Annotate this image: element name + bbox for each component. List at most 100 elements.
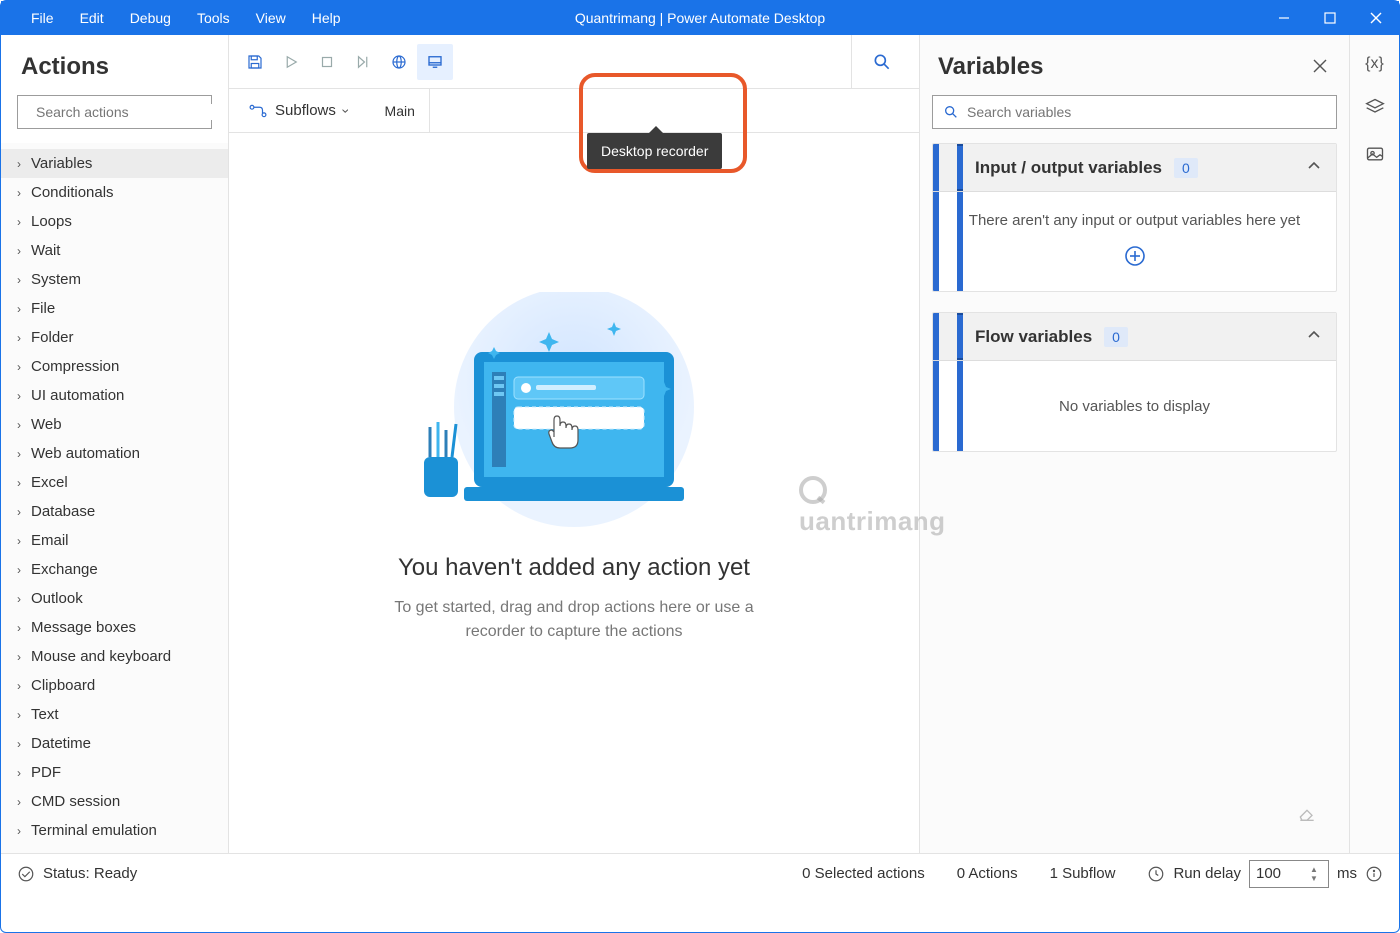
- io-vars-count: 0: [1174, 158, 1198, 178]
- subflows-label: Subflows: [275, 102, 336, 119]
- actions-cat[interactable]: ›Variables: [1, 149, 228, 178]
- canvas-empty-state: You haven't added any action yet To get …: [229, 133, 919, 853]
- io-vars-title: Input / output variables: [975, 158, 1162, 178]
- stop-button[interactable]: [309, 44, 345, 80]
- collapse-button[interactable]: [1306, 158, 1322, 177]
- eraser-icon[interactable]: [1297, 802, 1317, 827]
- actions-cat[interactable]: ›UI automation: [1, 381, 228, 410]
- actions-cat[interactable]: ›System: [1, 265, 228, 294]
- menu-debug[interactable]: Debug: [130, 10, 171, 26]
- run-button[interactable]: [273, 44, 309, 80]
- actions-cat[interactable]: ›Web: [1, 410, 228, 439]
- cat-label: File: [31, 300, 55, 317]
- actions-cat[interactable]: ›Text: [1, 700, 228, 729]
- flow-vars-count: 0: [1104, 327, 1128, 347]
- search-actions-field[interactable]: [36, 104, 217, 120]
- actions-cat[interactable]: ›Conditionals: [1, 178, 228, 207]
- add-io-variable-button[interactable]: [1124, 245, 1146, 271]
- actions-cat[interactable]: ›Email: [1, 526, 228, 555]
- desktop-recorder-button[interactable]: [417, 44, 453, 80]
- rail-ui-elements-button[interactable]: [1365, 97, 1385, 120]
- actions-panel: Actions ›Variables ›Conditionals ›Loops …: [1, 35, 229, 853]
- search-actions-input[interactable]: [17, 95, 212, 129]
- cat-label: Variables: [31, 155, 92, 172]
- cat-label: Outlook: [31, 590, 83, 607]
- actions-title: Actions: [1, 35, 228, 95]
- close-button[interactable]: [1353, 1, 1399, 35]
- run-delay-input[interactable]: 100 ▲▼: [1249, 860, 1329, 888]
- io-vars-empty-text: There aren't any input or output variabl…: [969, 212, 1300, 229]
- actions-cat[interactable]: ›CMD session: [1, 787, 228, 816]
- web-recorder-button[interactable]: [381, 44, 417, 80]
- stepper-up-icon[interactable]: ▲: [1310, 865, 1326, 874]
- status-actions-count: 0 Actions: [957, 865, 1018, 882]
- image-icon: [1365, 144, 1385, 164]
- cat-label: CMD session: [31, 793, 120, 810]
- actions-cat[interactable]: ›Outlook: [1, 584, 228, 613]
- maximize-button[interactable]: [1307, 1, 1353, 35]
- actions-cat[interactable]: ›Clipboard: [1, 671, 228, 700]
- menu-help[interactable]: Help: [312, 10, 341, 26]
- cat-label: Mouse and keyboard: [31, 648, 171, 665]
- actions-list[interactable]: ›Variables ›Conditionals ›Loops ›Wait ›S…: [1, 143, 228, 853]
- subflow-bar: Subflows › Main: [229, 89, 919, 133]
- variables-close-button[interactable]: [1309, 55, 1331, 80]
- actions-cat[interactable]: ›Message boxes: [1, 613, 228, 642]
- flow-icon: [249, 103, 267, 119]
- actions-cat[interactable]: ›Folder: [1, 323, 228, 352]
- actions-cat[interactable]: ›Database: [1, 497, 228, 526]
- step-button[interactable]: [345, 44, 381, 80]
- layers-icon: [1365, 97, 1385, 117]
- braces-icon: {x}: [1365, 55, 1384, 72]
- actions-cat[interactable]: ›Compression: [1, 352, 228, 381]
- menu-file[interactable]: File: [31, 10, 54, 26]
- actions-cat[interactable]: ›Excel: [1, 468, 228, 497]
- cat-label: Email: [31, 532, 69, 549]
- actions-cat[interactable]: ›File: [1, 294, 228, 323]
- menu-view[interactable]: View: [256, 10, 286, 26]
- cat-label: Database: [31, 503, 95, 520]
- flow-variables-section: Flow variables 0 No variables to display: [932, 312, 1337, 452]
- save-button[interactable]: [237, 44, 273, 80]
- subflows-dropdown[interactable]: Subflows ›: [241, 98, 357, 123]
- empty-illustration-icon: [414, 292, 734, 532]
- cat-label: UI automation: [31, 387, 124, 404]
- empty-subtitle: To get started, drag and drop actions he…: [364, 596, 784, 644]
- stepper-down-icon[interactable]: ▼: [1310, 874, 1326, 883]
- menu-tools[interactable]: Tools: [197, 10, 230, 26]
- actions-cat[interactable]: ›Datetime: [1, 729, 228, 758]
- tooltip: Desktop recorder: [587, 133, 722, 169]
- actions-cat[interactable]: ›Mouse and keyboard: [1, 642, 228, 671]
- tab-main[interactable]: Main: [371, 89, 430, 133]
- right-rail: {x}: [1349, 35, 1399, 853]
- chevron-up-icon: [1306, 327, 1322, 343]
- window-title: Quantrimang | Power Automate Desktop: [575, 10, 825, 26]
- variables-panel: Variables Input / output variables 0: [919, 35, 1349, 853]
- minimize-button[interactable]: [1261, 1, 1307, 35]
- info-icon[interactable]: [1365, 865, 1383, 883]
- variables-title: Variables: [938, 53, 1309, 81]
- rail-images-button[interactable]: [1365, 144, 1385, 167]
- actions-cat[interactable]: ›Web automation: [1, 439, 228, 468]
- cat-label: Compression: [31, 358, 119, 375]
- toolbar-search-button[interactable]: [851, 35, 911, 89]
- check-circle-icon: [17, 865, 35, 883]
- search-variables-field[interactable]: [967, 104, 1326, 120]
- rail-variables-button[interactable]: {x}: [1365, 55, 1384, 73]
- flow-vars-empty-text: No variables to display: [1059, 398, 1210, 415]
- actions-cat[interactable]: ›Loops: [1, 207, 228, 236]
- menu-edit[interactable]: Edit: [80, 10, 104, 26]
- search-icon: [943, 104, 959, 120]
- actions-cat[interactable]: ›PDF: [1, 758, 228, 787]
- cat-label: Datetime: [31, 735, 91, 752]
- cat-label: Loops: [31, 213, 72, 230]
- actions-cat[interactable]: ›Exchange: [1, 555, 228, 584]
- collapse-button[interactable]: [1306, 327, 1322, 346]
- main-canvas-area: Subflows › Main: [229, 35, 919, 853]
- search-variables-input[interactable]: [932, 95, 1337, 129]
- actions-cat[interactable]: ›Wait: [1, 236, 228, 265]
- actions-cat[interactable]: ›Terminal emulation: [1, 816, 228, 845]
- chevron-down-icon: ›: [338, 108, 354, 113]
- flow-vars-title: Flow variables: [975, 327, 1092, 347]
- clock-icon: [1147, 865, 1165, 883]
